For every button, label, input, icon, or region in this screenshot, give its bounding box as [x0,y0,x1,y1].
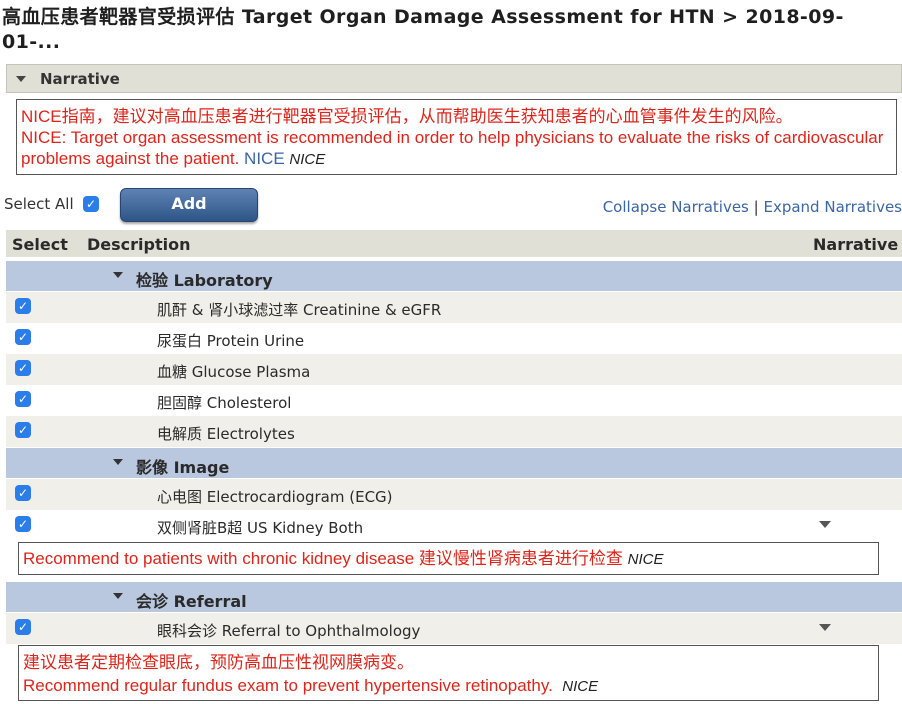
checkbox-checked-icon: ✓ [15,516,31,532]
chevron-down-icon[interactable] [112,590,124,602]
row-checkbox[interactable]: ✓ [15,391,31,407]
select-all-label: Select All [4,195,74,213]
group-label: 影像 Image [136,458,230,477]
checkbox-checked-icon: ✓ [15,485,31,501]
row-narrative-text-en: Recommend regular fundus exam to prevent… [23,676,553,695]
row-description: 眼科会诊 Referral to Ophthalmology [157,622,421,640]
table-row: ✓ 心电图 Electrocardiogram (ECG) [6,479,902,510]
collapse-narratives-link[interactable]: Collapse Narratives [603,198,749,216]
select-all-checkbox[interactable]: ✓ [83,196,99,212]
group-row-laboratory[interactable]: 检验 Laboratory [6,261,902,291]
row-description: 血糖 Glucose Plasma [157,363,311,381]
row-checkbox[interactable]: ✓ [15,298,31,314]
row-checkbox[interactable]: ✓ [15,619,31,635]
group-row-image[interactable]: 影像 Image [6,448,902,478]
narrative-box: NICE指南，建议对高血压患者进行靶器官受损评估，从而帮助医生获知患者的心血管事… [16,99,897,175]
narrative-links: Collapse Narratives | Expand Narratives [603,198,902,216]
checkbox-checked-icon: ✓ [15,619,31,635]
row-checkbox[interactable]: ✓ [15,422,31,438]
row-description: 尿蛋白 Protein Urine [157,332,305,350]
page-title: 高血压患者靶器官受损评估 Target Organ Damage Assessm… [2,6,844,53]
row-narrative-text: Recommend to patients with chronic kidne… [23,549,623,568]
narrative-source-tag: NICE [562,678,599,695]
expand-narratives-link[interactable]: Expand Narratives [763,198,902,216]
checkbox-checked-icon: ✓ [15,329,31,345]
narrative-source-link[interactable]: NICE [244,149,285,168]
narrative-section-label: Narrative [40,70,120,88]
narrative-source-tag: NICE [289,151,326,168]
row-narrative-box: Recommend to patients with chronic kidne… [18,542,879,575]
row-description: 心电图 Electrocardiogram (ECG) [157,488,393,506]
checkbox-checked-icon: ✓ [15,391,31,407]
row-description: 肌酐 & 肾小球滤过率 Creatinine & eGFR [157,301,442,319]
triangle-down-icon[interactable] [818,520,832,529]
table-row: ✓ 电解质 Electrolytes [6,416,902,447]
row-narrative-text-cn: 建议患者定期检查眼底，预防高血压性视网膜病变。 [23,653,414,672]
narrative-text-cn: NICE指南，建议对高血压患者进行靶器官受损评估，从而帮助医生获知患者的心血管事… [21,107,793,126]
checkbox-checked-icon: ✓ [15,422,31,438]
table-row: ✓ 双侧肾脏B超 US Kidney Both [6,510,902,541]
narrative-section-header[interactable]: Narrative [6,64,902,93]
chevron-down-icon[interactable] [15,73,27,85]
row-description: 双侧肾脏B超 US Kidney Both [157,519,364,537]
narrative-text-en: NICE: Target organ assessment is recomme… [21,128,884,168]
table-row: ✓ 眼科会诊 Referral to Ophthalmology [6,613,902,644]
triangle-down-icon[interactable] [818,623,832,632]
column-header-select: Select [12,235,68,254]
row-checkbox[interactable]: ✓ [15,360,31,376]
chevron-down-icon[interactable] [112,269,124,281]
row-checkbox[interactable]: ✓ [15,329,31,345]
row-checkbox[interactable]: ✓ [15,516,31,532]
narrative-source-tag: NICE [627,551,664,568]
checkbox-checked-icon: ✓ [83,196,99,212]
row-narrative-text-en-wrap: Recommend regular fundus exam to prevent… [23,674,874,698]
table-header: Select Description Narrative [6,230,902,257]
row-narrative-box: 建议患者定期检查眼底，预防高血压性视网膜病变。 Recommend regula… [18,645,879,701]
table-row: ✓ 胆固醇 Cholesterol [6,385,902,416]
row-description: 胆固醇 Cholesterol [157,394,292,412]
row-description: 电解质 Electrolytes [157,425,295,443]
narrative-text-en-wrap: NICE: Target organ assessment is recomme… [21,127,892,170]
group-label: 会诊 Referral [136,592,247,611]
table-row: ✓ 血糖 Glucose Plasma [6,354,902,385]
row-checkbox[interactable]: ✓ [15,485,31,501]
chevron-down-icon[interactable] [112,456,124,468]
add-button[interactable]: Add [120,188,258,222]
table-row: ✓ 尿蛋白 Protein Urine [6,323,902,354]
checkbox-checked-icon: ✓ [15,360,31,376]
link-separator: | [753,198,759,216]
column-header-narrative: Narrative [813,235,899,254]
table-row: ✓ 肌酐 & 肾小球滤过率 Creatinine & eGFR [6,292,902,323]
group-label: 检验 Laboratory [136,271,273,290]
checkbox-checked-icon: ✓ [15,298,31,314]
group-row-referral[interactable]: 会诊 Referral [6,582,902,612]
column-header-description: Description [87,235,191,254]
